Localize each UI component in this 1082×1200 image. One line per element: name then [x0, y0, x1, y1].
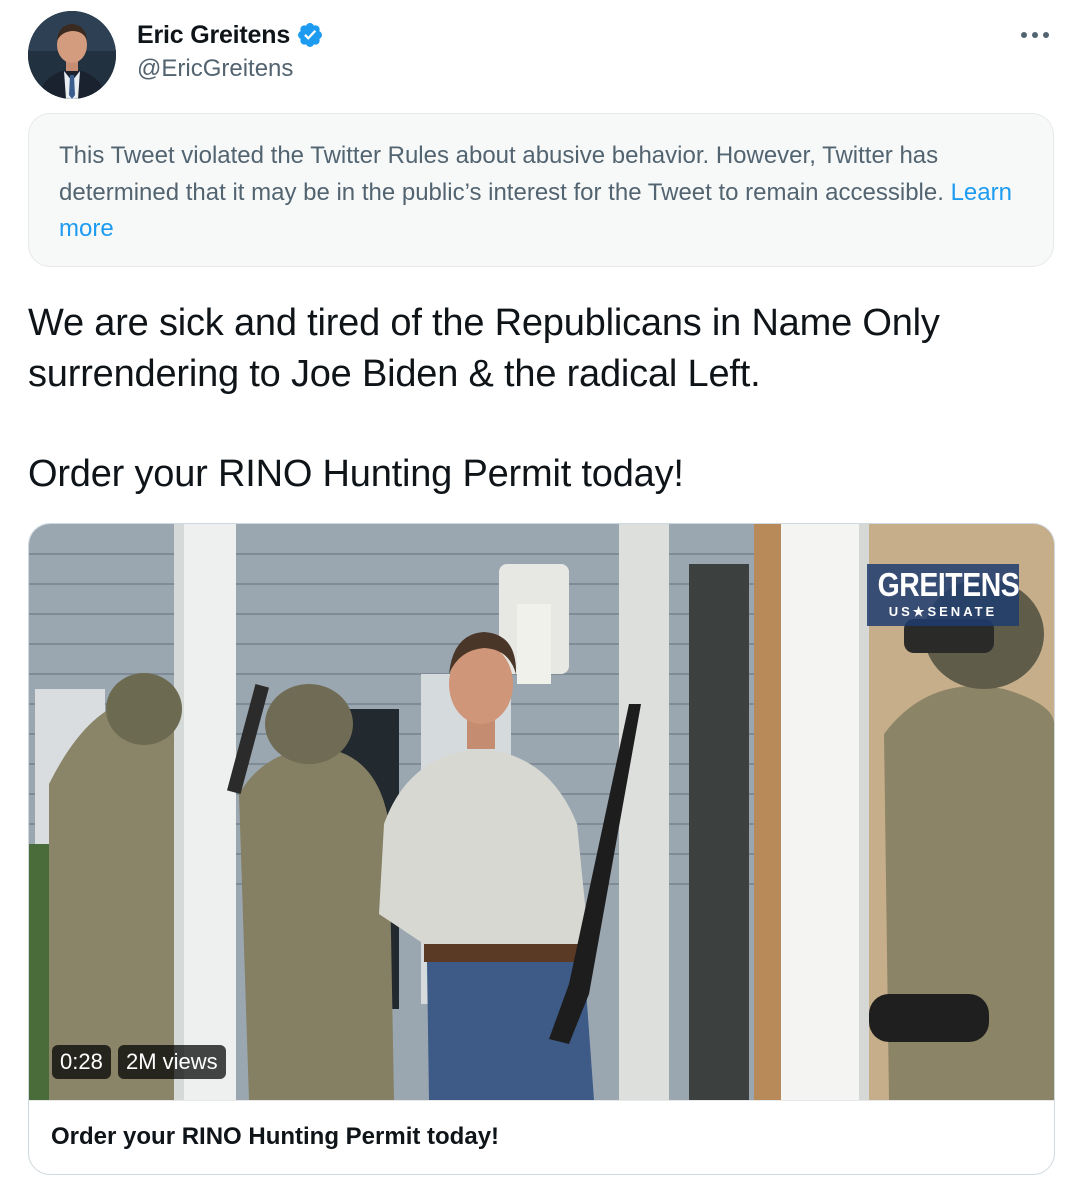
- author-avatar[interactable]: [28, 11, 116, 99]
- video-views-badge: 2M views: [118, 1045, 226, 1079]
- video-duration-badge: 0:28: [52, 1045, 111, 1079]
- tweet-text-line-1: We are sick and tired of the Republicans…: [28, 302, 940, 395]
- avatar-image: [28, 11, 116, 99]
- author-handle[interactable]: @EricGreitens: [137, 55, 293, 83]
- campaign-logo-subtext: US★SENATE: [888, 604, 998, 619]
- campaign-logo-text: GREITENS: [877, 566, 1020, 603]
- notice-text: This Tweet violated the Twitter Rules ab…: [59, 142, 951, 206]
- tweet-text-line-2: Order your RINO Hunting Permit today!: [28, 453, 684, 495]
- tweet: Eric Greitens @EricGreitens This Tweet v…: [0, 0, 1082, 1200]
- more-options-button[interactable]: [1018, 20, 1052, 50]
- video-player[interactable]: GREITENS US★SENATE: [29, 524, 1054, 1100]
- verified-badge-icon: [296, 21, 324, 49]
- tweet-text: We are sick and tired of the Republicans…: [28, 298, 1058, 500]
- campaign-logo: GREITENS US★SENATE: [867, 564, 1020, 626]
- media-caption[interactable]: Order your RINO Hunting Permit today!: [29, 1100, 1054, 1174]
- display-name[interactable]: Eric Greitens: [137, 21, 290, 50]
- more-dots-icon: [1021, 32, 1049, 38]
- rules-violation-notice: This Tweet violated the Twitter Rules ab…: [28, 113, 1054, 267]
- author-name-row[interactable]: Eric Greitens: [137, 18, 324, 52]
